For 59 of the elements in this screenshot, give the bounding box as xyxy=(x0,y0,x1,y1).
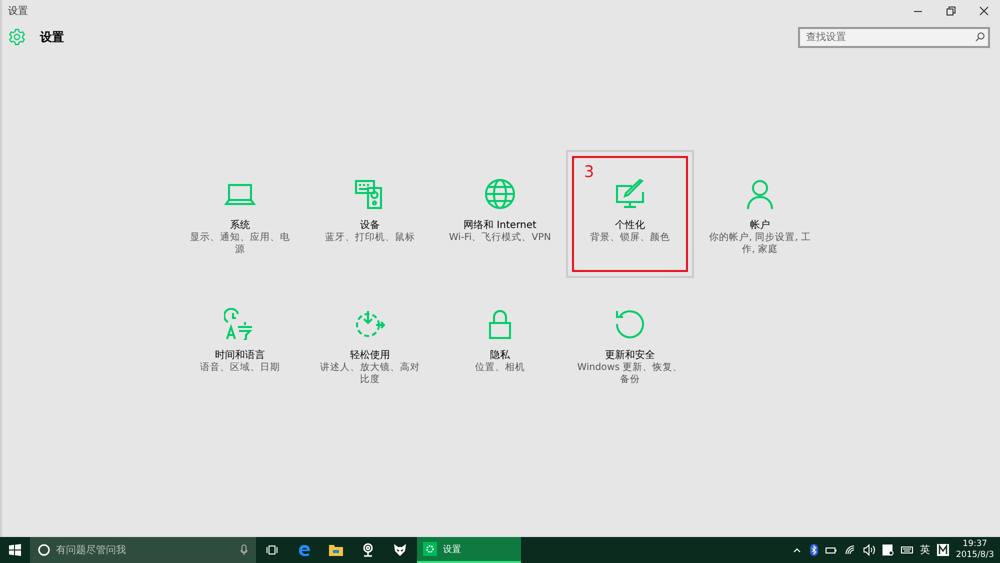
monitor-brush-icon xyxy=(614,178,646,210)
tile-title: 个性化 xyxy=(615,218,645,232)
person-icon xyxy=(744,178,776,210)
tile-description: Wi-Fi、飞行模式、VPN xyxy=(448,232,552,244)
globe-icon xyxy=(484,178,516,210)
tile-description: 蓝牙、打印机、鼠标 xyxy=(324,232,416,244)
bluetooth-icon[interactable] xyxy=(810,544,818,556)
tile-title: 轻松使用 xyxy=(350,348,390,362)
settings-tile[interactable]: 时间和语言 语音、区域、日期 xyxy=(176,280,304,408)
taskbar-search-field[interactable]: 有问题尽管问我 xyxy=(30,537,256,563)
tile-description: 显示、通知、应用、电源 xyxy=(189,232,291,256)
settings-tile[interactable]: 网络和 Internet Wi-Fi、飞行模式、VPN xyxy=(436,150,564,278)
tile-title: 系统 xyxy=(230,218,250,232)
settings-tile[interactable]: 隐私 位置、相机 xyxy=(436,280,564,408)
dashed-clock-icon xyxy=(354,308,386,340)
ime-m-icon[interactable] xyxy=(936,544,949,556)
gear-icon xyxy=(8,28,26,46)
annotation-number: 3 xyxy=(584,164,594,180)
fox-mask-icon[interactable] xyxy=(393,543,407,557)
tile-title: 时间和语言 xyxy=(215,348,265,362)
settings-tile[interactable]: 帐户 你的帐户, 同步设置, 工作, 家庭 xyxy=(696,150,824,278)
keyboard-icon[interactable] xyxy=(900,544,913,556)
tile-title: 更新和安全 xyxy=(605,348,655,362)
clock[interactable]: 19:37 2015/8/3 xyxy=(956,539,994,561)
wifi-icon[interactable] xyxy=(844,544,856,556)
tile-description: 语音、区域、日期 xyxy=(199,362,281,374)
search-field[interactable]: 查找设置 xyxy=(798,26,990,48)
edge-browser-icon[interactable] xyxy=(297,543,311,557)
page-title: 设置 xyxy=(40,28,64,46)
tile-title: 网络和 Internet xyxy=(464,218,536,232)
notification-icon[interactable] xyxy=(882,544,894,556)
speaker-icon[interactable] xyxy=(862,544,875,556)
tile-title: 设备 xyxy=(360,219,380,232)
close-icon[interactable] xyxy=(978,6,988,16)
circle-icon xyxy=(38,544,50,556)
settings-tile[interactable]: 更新和安全 Windows 更新、恢复、备份 xyxy=(566,280,694,408)
tile-title: 隐私 xyxy=(490,349,510,362)
search-icon[interactable] xyxy=(975,32,985,42)
settings-tile[interactable]: 个性化 背景、锁屏、颜色 3 xyxy=(566,150,694,278)
settings-tile[interactable]: 系统 显示、通知、应用、电源 xyxy=(176,150,304,278)
tile-description: 背景、锁屏、颜色 xyxy=(589,232,671,244)
task-view-icon[interactable] xyxy=(266,544,278,556)
microphone-icon[interactable] xyxy=(240,544,248,556)
tile-description: 位置、相机 xyxy=(474,362,526,374)
tile-description: 你的帐户, 同步设置, 工作, 家庭 xyxy=(708,232,812,256)
tile-title: 帐户 xyxy=(750,218,770,232)
tile-description: Windows 更新、恢复、备份 xyxy=(577,362,683,386)
settings-tile[interactable]: 轻松使用 讲述人、放大镜、高对比度 xyxy=(306,280,434,408)
tile-description: 讲述人、放大镜、高对比度 xyxy=(319,362,421,386)
active-app-button[interactable]: 设置 xyxy=(417,537,521,563)
window-title: 设置 xyxy=(8,4,28,18)
folder-icon[interactable] xyxy=(329,544,343,556)
windows-logo-icon[interactable] xyxy=(9,544,21,556)
restore-icon[interactable] xyxy=(946,6,956,16)
settings-tile[interactable]: 设备 蓝牙、打印机、鼠标 xyxy=(306,150,434,278)
webcam-icon[interactable] xyxy=(362,543,374,557)
gear-icon xyxy=(423,542,437,556)
input-method-indicator[interactable]: 英 xyxy=(920,543,930,557)
refresh-icon xyxy=(614,308,646,340)
